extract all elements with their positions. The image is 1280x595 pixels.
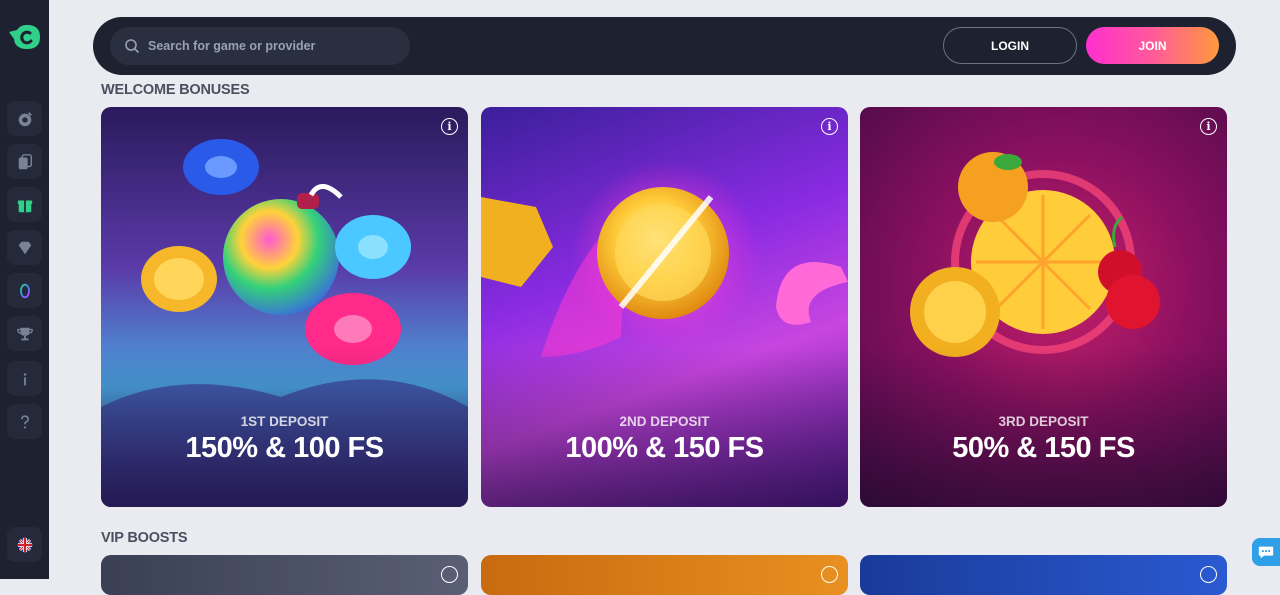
uk-flag-icon: [17, 537, 32, 552]
cards-icon: [18, 153, 32, 169]
card-subtitle: 1ST DEPOSIT: [240, 414, 329, 429]
bonus-card-1[interactable]: i 1ST DEPOSIT 150% & 100 FS: [101, 107, 468, 507]
info-icon[interactable]: [441, 566, 458, 583]
bonus-card-2[interactable]: i 2ND DEPOSIT 100% & 150 FS: [481, 107, 848, 507]
welcome-bonuses-title: WELCOME BONUSES: [101, 82, 250, 98]
top-header: LOGIN JOIN: [93, 17, 1236, 75]
sidebar-item-info[interactable]: [7, 361, 42, 396]
info-icon[interactable]: i: [441, 118, 458, 135]
info-icon[interactable]: [821, 566, 838, 583]
vip-boosts-title: VIP BOOSTS: [101, 530, 188, 546]
gift-icon: [17, 200, 32, 212]
info-icon[interactable]: [1200, 566, 1217, 583]
sidebar-item-vip[interactable]: [7, 230, 42, 265]
trophy-icon: [16, 327, 33, 340]
loyalty-ring-icon: [19, 283, 30, 298]
casino-chip-icon: [18, 111, 32, 126]
diamond-icon: [18, 241, 31, 254]
card-offer: 100% & 150 FS: [565, 432, 764, 464]
chat-button[interactable]: [1252, 538, 1280, 566]
card-offer: 150% & 100 FS: [185, 432, 384, 464]
search-bar[interactable]: [110, 27, 410, 65]
sidebar-item-promotions[interactable]: [7, 187, 42, 222]
chat-bubble-icon: [1258, 546, 1274, 559]
bonus-card-3[interactable]: i 3RD DEPOSIT 50% & 150 FS: [860, 107, 1227, 507]
vip-card-1[interactable]: [101, 555, 468, 595]
help-icon: [20, 414, 29, 428]
brand-logo-icon[interactable]: [7, 22, 43, 52]
card-subtitle: 2ND DEPOSIT: [619, 414, 710, 429]
search-input[interactable]: [148, 39, 388, 53]
sidebar-item-help[interactable]: [7, 404, 42, 439]
sidebar-item-tournaments[interactable]: [7, 316, 42, 351]
vip-card-3[interactable]: [860, 555, 1227, 595]
vip-card-2[interactable]: [481, 555, 848, 595]
info-icon: [23, 372, 26, 385]
join-button[interactable]: JOIN: [1086, 27, 1219, 64]
sidebar-item-live-casino[interactable]: [7, 144, 42, 179]
info-icon[interactable]: i: [1200, 118, 1217, 135]
search-icon: [125, 39, 140, 54]
card-offer: 50% & 150 FS: [952, 432, 1135, 464]
login-button[interactable]: LOGIN: [943, 27, 1077, 64]
sidebar-item-loyalty[interactable]: [7, 273, 42, 308]
card-subtitle: 3RD DEPOSIT: [998, 414, 1089, 429]
sidebar-item-casino[interactable]: [7, 101, 42, 136]
sidebar: [0, 0, 49, 579]
info-icon[interactable]: i: [821, 118, 838, 135]
language-selector[interactable]: [7, 527, 42, 562]
